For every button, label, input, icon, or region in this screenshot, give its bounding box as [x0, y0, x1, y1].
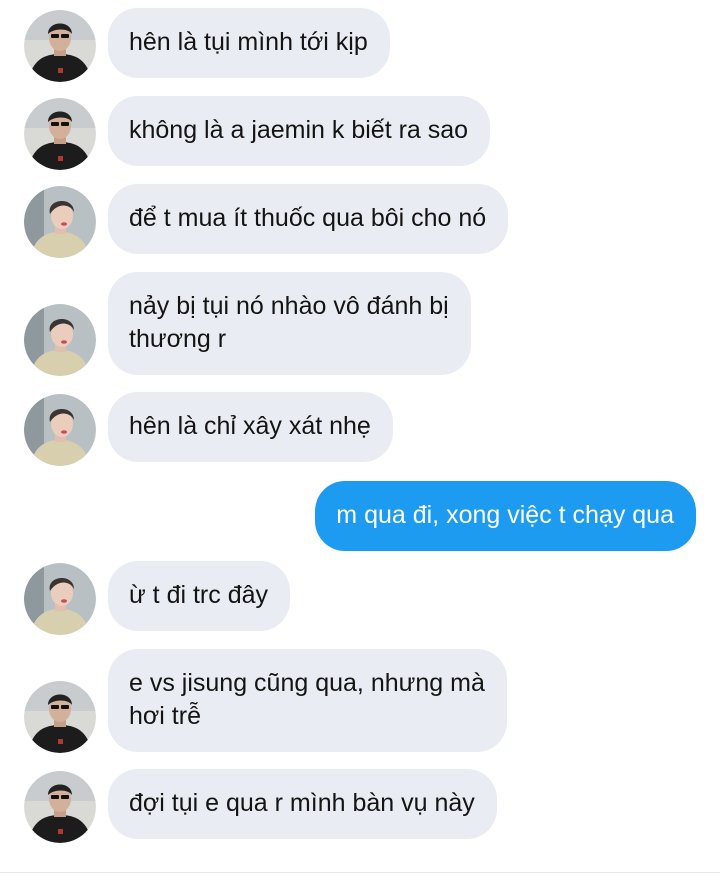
outgoing-message-bubble[interactable]: m qua đi, xong việc t chạy qua — [315, 481, 696, 551]
avatar-light-shirt-icon — [24, 186, 96, 258]
avatar[interactable] — [24, 771, 96, 843]
avatar[interactable] — [24, 98, 96, 170]
incoming-message-bubble[interactable]: đợi tụi e qua r mình bàn vụ này — [108, 769, 497, 839]
avatar-light-shirt-icon — [24, 394, 96, 466]
avatar[interactable] — [24, 10, 96, 82]
incoming-message-bubble[interactable]: nảy bị tụi nó nhào vô đánh bị thương r — [108, 272, 471, 375]
avatar-dark-shirt-icon — [24, 10, 96, 82]
incoming-message-bubble[interactable]: hên là tụi mình tới kịp — [108, 8, 390, 78]
avatar[interactable] — [24, 304, 96, 376]
incoming-message-bubble[interactable]: để t mua ít thuốc qua bôi cho nó — [108, 184, 509, 254]
avatar-dark-shirt-icon — [24, 98, 96, 170]
message-thread[interactable]: hên là tụi mình tới kịp không là a jaemi… — [0, 0, 720, 876]
avatar[interactable] — [24, 563, 96, 635]
incoming-message-bubble[interactable]: ừ t đi trc đây — [108, 561, 291, 631]
avatar[interactable] — [24, 394, 96, 466]
avatar-light-shirt-icon — [24, 304, 96, 376]
avatar-dark-shirt-icon — [24, 771, 96, 843]
avatar[interactable] — [24, 186, 96, 258]
incoming-message-bubble[interactable]: không là a jaemin k biết ra sao — [108, 96, 491, 166]
avatar[interactable] — [24, 681, 96, 753]
avatar-light-shirt-icon — [24, 563, 96, 635]
incoming-message-bubble[interactable]: hên là chỉ xây xát nhẹ — [108, 392, 393, 462]
incoming-message-bubble[interactable]: e vs jisung cũng qua, nhưng mà hơi trễ — [108, 649, 507, 752]
avatar-dark-shirt-icon — [24, 681, 96, 753]
divider — [0, 872, 720, 873]
